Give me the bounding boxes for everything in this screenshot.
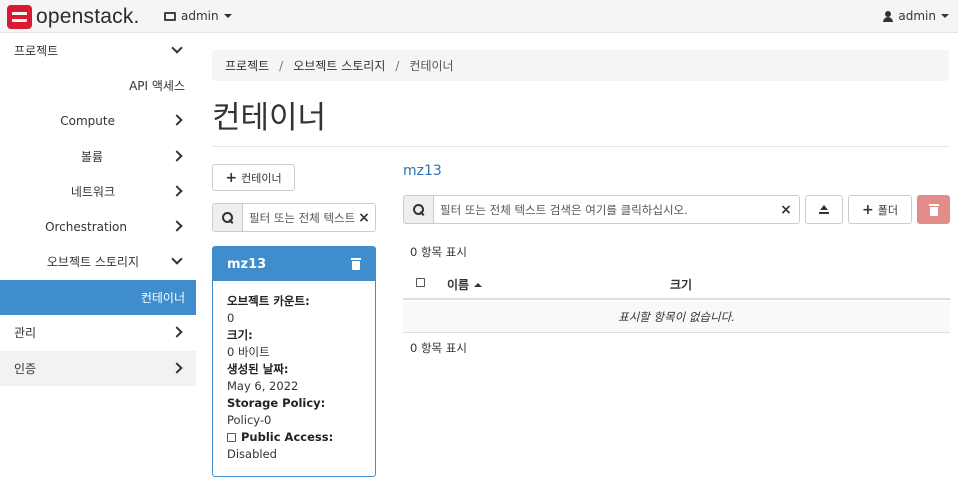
breadcrumb-separator: / bbox=[395, 58, 400, 73]
create-folder-button[interactable]: + 폴더 bbox=[848, 195, 912, 224]
sidebar-item-label: 네트워크 bbox=[70, 185, 115, 199]
sidebar-item-containers[interactable]: 컨테이너 bbox=[0, 280, 196, 315]
create-folder-label: 폴더 bbox=[877, 203, 898, 217]
sidebar-item-label: 프로젝트 bbox=[14, 44, 59, 58]
container-card-body: 오브젝트 카운트: 0 크기: 0 바이트 생성된 날짜: May 6, 202… bbox=[213, 281, 375, 463]
clear-icon[interactable]: × bbox=[357, 210, 371, 226]
sidebar-item-project[interactable]: 프로젝트 bbox=[0, 33, 196, 68]
project-dropdown-label: admin bbox=[181, 9, 219, 23]
plus-icon: + bbox=[862, 201, 874, 218]
openstack-logo-icon bbox=[7, 5, 32, 29]
object-count-label: 오브젝트 카운트: bbox=[227, 294, 310, 308]
sidebar-item-network[interactable]: 네트워크 bbox=[0, 174, 196, 209]
column-name-label: 이름 bbox=[447, 278, 470, 292]
caret-down-icon bbox=[223, 14, 232, 18]
sidebar-item-admin[interactable]: 관리 bbox=[0, 315, 196, 350]
empty-table-message: 표시할 항목이 없습니다. bbox=[403, 302, 950, 333]
objects-table-header: 이름 크기 bbox=[403, 266, 950, 300]
storage-policy-value: Policy-0 bbox=[227, 413, 272, 427]
sidebar-item-label: Orchestration bbox=[45, 219, 127, 234]
trash-icon bbox=[928, 203, 939, 216]
sidebar: 프로젝트 API 액세스 Compute 볼륨 네트워크 Orchestrati… bbox=[0, 33, 196, 479]
chevron-right-icon bbox=[173, 185, 182, 198]
plus-icon: + bbox=[225, 169, 238, 186]
breadcrumb: 프로젝트 / 오브젝트 스토리지 / 컨테이너 bbox=[212, 50, 949, 81]
object-filter: × bbox=[403, 195, 800, 224]
selected-container-name[interactable]: mz13 bbox=[403, 163, 442, 179]
public-access-label: Public Access: bbox=[241, 430, 334, 444]
openstack-logo[interactable]: openstack. bbox=[7, 5, 140, 29]
sidebar-item-identity[interactable]: 인증 bbox=[0, 351, 196, 386]
title-divider bbox=[212, 146, 949, 147]
column-name-header[interactable]: 이름 bbox=[447, 276, 483, 293]
upload-icon bbox=[819, 204, 829, 215]
sidebar-item-object-storage[interactable]: 오브젝트 스토리지 bbox=[0, 244, 196, 279]
public-access-checkbox[interactable] bbox=[227, 433, 236, 442]
caret-down-icon bbox=[941, 14, 949, 18]
chevron-right-icon bbox=[173, 362, 182, 375]
sidebar-item-label: Compute bbox=[60, 113, 115, 128]
chevron-down-icon bbox=[173, 44, 182, 57]
breadcrumb-containers: 컨테이너 bbox=[409, 59, 454, 73]
size-value: 0 바이트 bbox=[227, 345, 270, 359]
chevron-down-icon bbox=[173, 255, 182, 268]
public-access-row: Public Access: bbox=[227, 429, 375, 446]
brand-text: openstack. bbox=[36, 5, 140, 28]
sort-ascending-icon bbox=[474, 282, 483, 287]
sidebar-item-label: 볼륨 bbox=[80, 150, 103, 164]
column-size-header[interactable]: 크기 bbox=[670, 276, 692, 293]
size-label: 크기: bbox=[227, 328, 253, 342]
sidebar-item-volumes[interactable]: 볼륨 bbox=[0, 139, 196, 174]
clear-icon[interactable]: × bbox=[779, 202, 793, 218]
sidebar-item-api-access[interactable]: API 액세스 bbox=[0, 68, 196, 103]
sidebar-item-label: 관리 bbox=[14, 326, 37, 340]
search-icon bbox=[222, 212, 233, 223]
sidebar-item-compute[interactable]: Compute bbox=[0, 103, 196, 138]
sidebar-item-label: 인증 bbox=[14, 362, 37, 376]
chevron-right-icon bbox=[173, 114, 182, 127]
container-filter: × bbox=[212, 203, 376, 232]
breadcrumb-project[interactable]: 프로젝트 bbox=[225, 57, 269, 74]
project-dropdown[interactable]: admin bbox=[164, 9, 232, 23]
item-count-top: 0 항목 표시 bbox=[410, 245, 467, 259]
storage-policy-label: Storage Policy: bbox=[227, 396, 326, 410]
sidebar-item-label: 컨테이너 bbox=[140, 291, 185, 305]
user-dropdown[interactable]: admin bbox=[883, 9, 949, 23]
monitor-icon bbox=[164, 11, 176, 21]
create-container-label: 컨테이너 bbox=[241, 171, 282, 185]
object-filter-input[interactable] bbox=[434, 196, 779, 223]
created-value: May 6, 2022 bbox=[227, 379, 299, 393]
upload-button[interactable] bbox=[805, 195, 843, 224]
breadcrumb-separator: / bbox=[279, 58, 284, 73]
sidebar-item-label: API 액세스 bbox=[129, 79, 185, 93]
search-icon bbox=[413, 204, 424, 215]
object-count-value: 0 bbox=[227, 311, 235, 325]
chevron-right-icon bbox=[173, 220, 182, 233]
public-access-value: Disabled bbox=[227, 447, 277, 461]
sidebar-item-label: 오브젝트 스토리지 bbox=[46, 255, 139, 269]
chevron-right-icon bbox=[173, 326, 182, 339]
created-label: 생성된 날짜: bbox=[227, 362, 289, 376]
user-dropdown-label: admin bbox=[898, 9, 936, 23]
user-icon bbox=[883, 10, 894, 22]
container-filter-input[interactable] bbox=[243, 204, 357, 231]
container-card-header[interactable]: mz13 bbox=[213, 247, 375, 281]
container-card[interactable]: mz13 오브젝트 카운트: 0 크기: 0 바이트 생성된 날짜: May 6… bbox=[212, 246, 376, 477]
item-count-bottom: 0 항목 표시 bbox=[410, 341, 467, 355]
create-container-button[interactable]: + 컨테이너 bbox=[212, 164, 295, 191]
select-all-checkbox[interactable] bbox=[416, 278, 425, 287]
sidebar-item-orchestration[interactable]: Orchestration bbox=[0, 209, 196, 244]
container-card-name: mz13 bbox=[227, 256, 267, 272]
top-navbar: openstack. admin admin bbox=[0, 0, 958, 33]
chevron-right-icon bbox=[173, 150, 182, 163]
search-addon bbox=[404, 196, 434, 223]
page-title: 컨테이너 bbox=[212, 100, 327, 136]
breadcrumb-object-storage[interactable]: 오브젝트 스토리지 bbox=[293, 57, 385, 74]
delete-objects-button[interactable] bbox=[917, 195, 950, 224]
search-addon bbox=[213, 204, 243, 231]
delete-container-icon[interactable] bbox=[351, 258, 361, 270]
